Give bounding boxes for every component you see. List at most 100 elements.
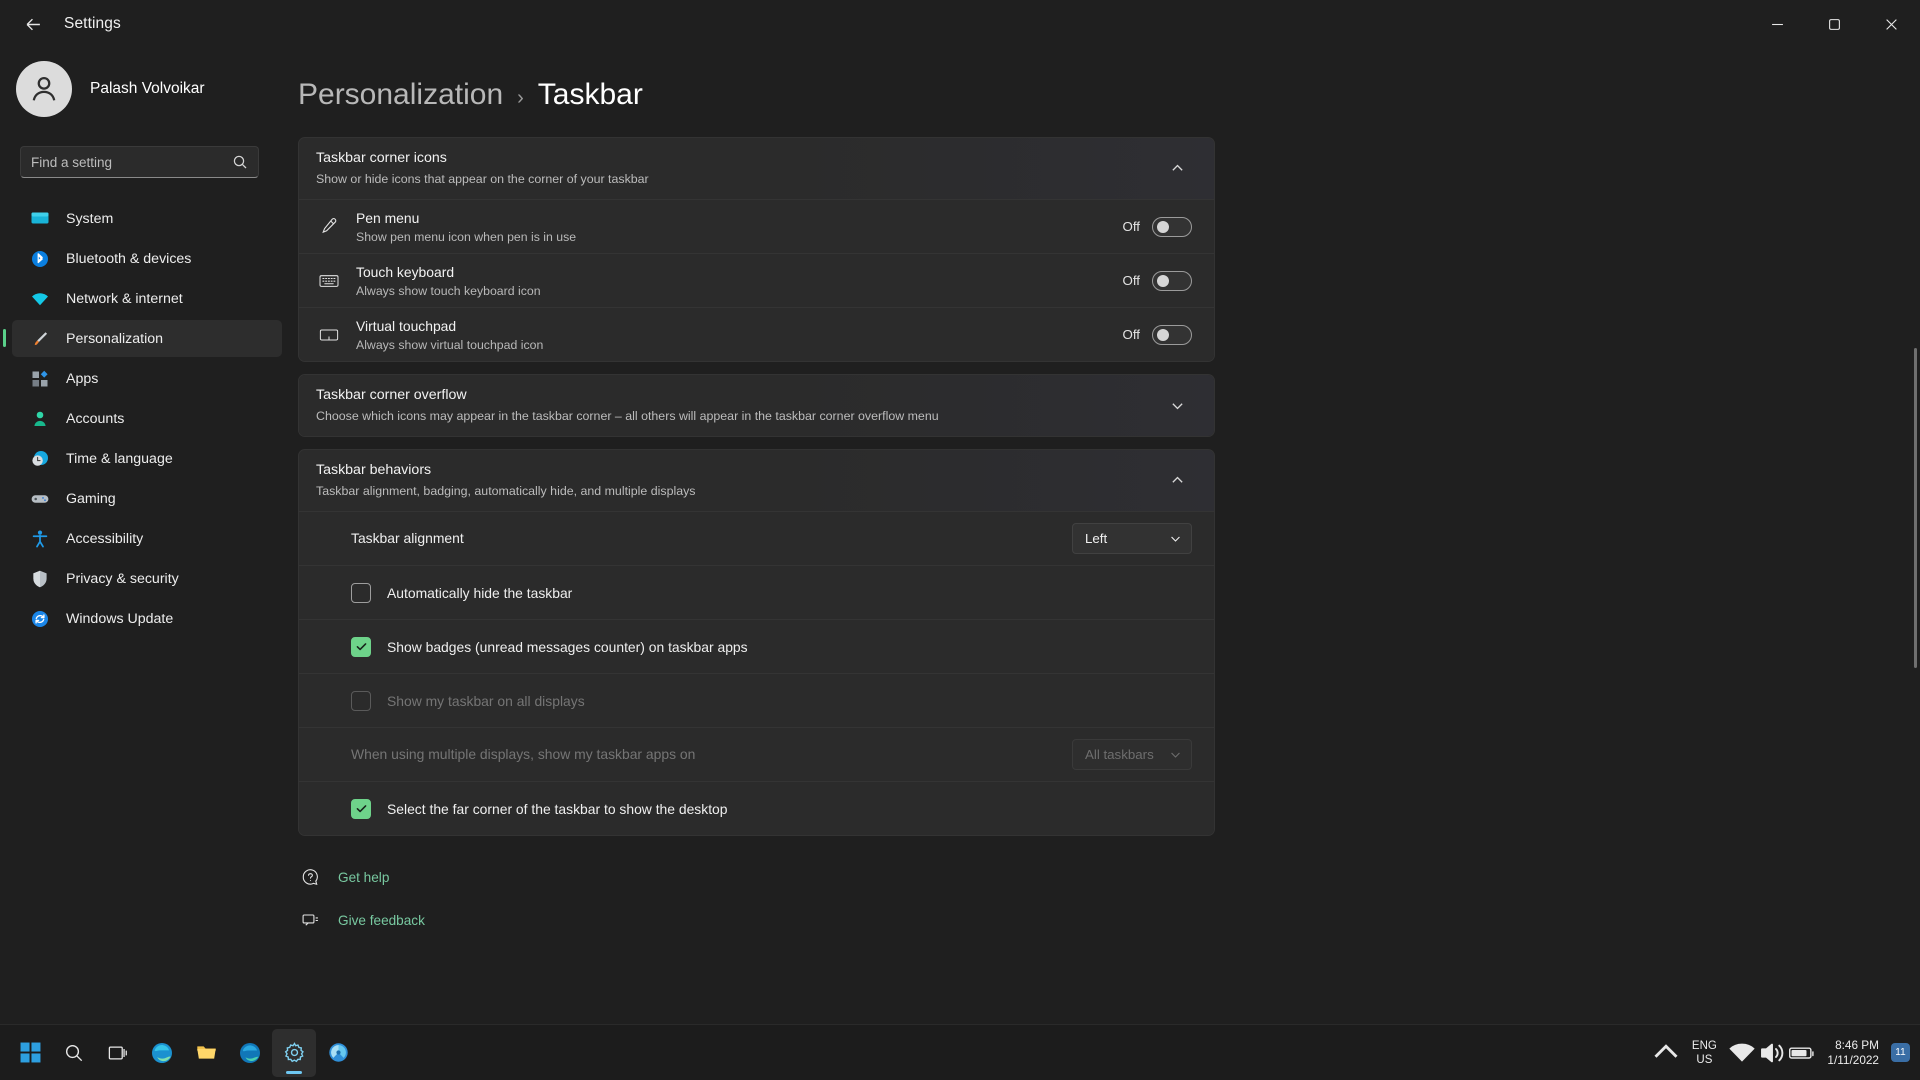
battery-button[interactable] — [1787, 1029, 1817, 1077]
row-auto-hide-taskbar[interactable]: Automatically hide the taskbar — [299, 565, 1214, 619]
show-badges-checkbox[interactable] — [351, 636, 371, 657]
help-icon — [300, 868, 320, 888]
sidebar-item-label: Network & internet — [66, 290, 183, 307]
row-taskbar-alignment: Taskbar alignment Left — [299, 511, 1214, 565]
sidebar-item-personalization[interactable]: Personalization — [3, 320, 282, 357]
row-subtitle: Show pen menu icon when pen is in use — [356, 229, 577, 244]
content-area: Personalization › Taskbar Taskbar corner… — [298, 48, 1920, 1024]
settings-button[interactable] — [272, 1028, 316, 1077]
toggle-group: Off — [1122, 270, 1192, 291]
folder-icon — [196, 1046, 216, 1059]
keyboard-icon — [316, 270, 342, 292]
apps-icon — [30, 369, 50, 389]
link-label: Give feedback — [338, 913, 425, 928]
volume-button[interactable] — [1757, 1029, 1787, 1077]
clock[interactable]: 8:46 PM 1/11/2022 — [1817, 1038, 1891, 1068]
sidebar-item-network-internet[interactable]: Network & internet — [12, 280, 282, 317]
close-button[interactable] — [1863, 0, 1920, 48]
row-multiple-displays-apps: When using multiple displays, show my ta… — [299, 727, 1214, 781]
sidebar-item-label: Personalization — [66, 330, 164, 347]
sidebar-item-bluetooth-devices[interactable]: Bluetooth & devices — [12, 240, 282, 277]
sidebar-item-time-language[interactable]: Time & language — [12, 440, 282, 477]
search-input[interactable] — [31, 154, 232, 170]
sidebar-item-apps[interactable]: Apps — [12, 360, 282, 397]
clock-time: 8:46 PM — [1835, 1037, 1879, 1052]
notification-badge[interactable]: 11 — [1891, 1043, 1910, 1062]
card-header[interactable]: Taskbar corner icons Show or hide icons … — [299, 138, 1214, 199]
row-show-badges[interactable]: Show badges (unread messages counter) on… — [299, 619, 1214, 673]
row-far-corner-show-desktop[interactable]: Select the far corner of the taskbar to … — [299, 781, 1214, 835]
touch-keyboard-toggle[interactable] — [1152, 270, 1192, 291]
language-line2: US — [1696, 1053, 1713, 1066]
give-feedback-link[interactable]: Give feedback — [300, 905, 1215, 936]
sidebar-item-privacy-security[interactable]: Privacy & security — [12, 560, 282, 597]
sidebar-item-label: Accessibility — [66, 530, 144, 547]
file-explorer-button[interactable] — [184, 1029, 228, 1077]
task-view-icon — [108, 1045, 127, 1060]
network-button[interactable] — [1727, 1029, 1757, 1077]
get-help-link[interactable]: Get help — [300, 862, 1215, 893]
row-label: When using multiple displays, show my ta… — [351, 745, 696, 762]
sidebar-item-accounts[interactable]: Accounts — [12, 400, 282, 437]
sidebar-item-gaming[interactable]: Gaming — [12, 480, 282, 517]
touchpad-icon — [316, 324, 342, 346]
toggle-state-label: Off — [1122, 273, 1141, 288]
virtual-touchpad-toggle[interactable] — [1152, 324, 1192, 345]
back-button[interactable] — [8, 4, 58, 44]
card-taskbar-corner-overflow: Taskbar corner overflow Choose which ico… — [298, 374, 1215, 437]
accessibility-icon — [30, 529, 50, 549]
far-corner-show-desktop-checkbox[interactable] — [351, 798, 371, 819]
shield-icon — [30, 569, 50, 589]
sidebar-item-label: Gaming — [66, 490, 116, 507]
task-view-button[interactable] — [96, 1029, 140, 1077]
sidebar-item-label: Windows Update — [66, 610, 174, 627]
person-icon — [30, 409, 50, 429]
card-subtitle: Show or hide icons that appear on the co… — [316, 172, 649, 186]
language-indicator[interactable]: ENG US — [1681, 1039, 1727, 1067]
windows-logo-icon — [20, 1042, 40, 1063]
chevron-up-icon[interactable] — [1162, 466, 1192, 496]
auto-hide-taskbar-checkbox[interactable] — [351, 582, 371, 603]
row-title: Pen menu — [356, 209, 420, 226]
card-taskbar-behaviors: Taskbar behaviors Taskbar alignment, bad… — [298, 449, 1215, 836]
battery-icon — [1789, 1047, 1815, 1059]
pen-icon — [316, 216, 342, 237]
edge-button[interactable] — [140, 1029, 184, 1077]
row-subtitle: Always show virtual touchpad icon — [356, 337, 544, 352]
edge-dev-icon — [240, 1042, 260, 1063]
maximize-button[interactable] — [1806, 0, 1863, 48]
tray-overflow-button[interactable] — [1651, 1029, 1681, 1077]
content-scrollbar[interactable] — [1914, 348, 1917, 668]
sidebar-item-windows-update[interactable]: Windows Update — [12, 600, 282, 637]
pen-menu-toggle[interactable] — [1152, 216, 1192, 237]
row-title: Virtual touchpad — [356, 317, 457, 334]
card-header[interactable]: Taskbar behaviors Taskbar alignment, bad… — [299, 450, 1214, 511]
language-line1: ENG — [1691, 1039, 1717, 1052]
minimize-button[interactable] — [1749, 0, 1806, 48]
store-button[interactable] — [316, 1029, 360, 1077]
gamepad-icon — [30, 489, 50, 509]
search-box[interactable] — [20, 146, 259, 178]
card-header[interactable]: Taskbar corner overflow Choose which ico… — [299, 375, 1214, 436]
card-title: Taskbar corner overflow — [316, 387, 467, 403]
sidebar-item-accessibility[interactable]: Accessibility — [12, 520, 282, 557]
sidebar-item-label: Privacy & security — [66, 570, 179, 587]
chevron-up-icon[interactable] — [1162, 154, 1192, 184]
sidebar-item-system[interactable]: System — [12, 200, 282, 237]
edge-dev-button[interactable] — [228, 1029, 272, 1077]
toggle-group: Off — [1123, 324, 1192, 345]
sidebar-nav: System Bluetooth & devices Network & int… — [0, 200, 282, 637]
breadcrumb-parent[interactable]: Personalization — [298, 78, 503, 112]
back-arrow-icon — [26, 18, 40, 30]
start-button[interactable] — [8, 1029, 52, 1077]
system-tray: ENG US 8:46 PM 1/11/2022 11 — [1651, 1025, 1920, 1080]
user-profile[interactable]: Palash Volvoikar — [0, 48, 282, 122]
row-title: Touch keyboard — [356, 263, 455, 280]
wifi-icon — [30, 289, 50, 309]
window-title: Settings — [64, 15, 121, 32]
sidebar-item-label: System — [66, 210, 114, 227]
chevron-down-icon[interactable] — [1162, 391, 1192, 421]
footer-links: Get help Give feedback — [300, 862, 1215, 936]
search-button[interactable] — [52, 1029, 96, 1077]
taskbar-alignment-select[interactable]: Left — [1072, 523, 1192, 554]
